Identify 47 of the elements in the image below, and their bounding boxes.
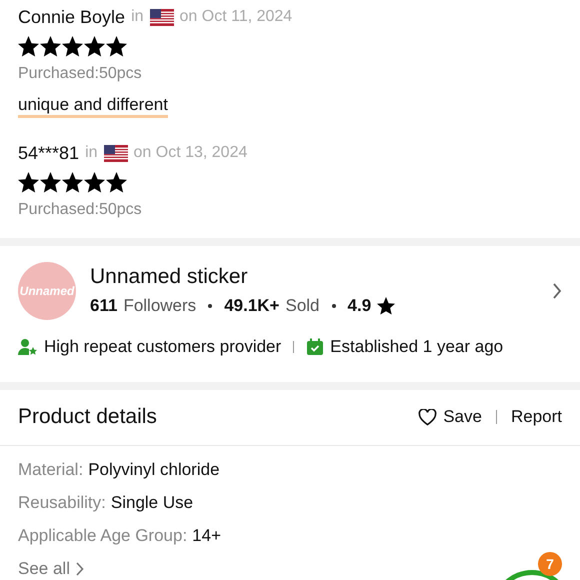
attribute-label: Applicable Age Group: <box>18 525 188 548</box>
star-icon <box>18 172 39 193</box>
chevron-right-icon <box>76 562 84 576</box>
store-rating: 4.9 <box>348 295 372 318</box>
in-label: in <box>131 7 144 27</box>
review-text: unique and different <box>18 95 168 118</box>
purchase-quantity: Purchased:50pcs <box>18 200 143 220</box>
store-name: Unnamed sticker <box>90 264 249 290</box>
attribute-label: Material: <box>18 459 84 482</box>
reviewer-name: Connie Boyle <box>18 6 126 29</box>
star-icon <box>84 172 105 193</box>
reviewer-name: 54***81 <box>18 142 80 164</box>
review-date: on Oct 11, 2024 <box>180 7 292 27</box>
heart-icon <box>418 408 438 426</box>
follower-count: 611 <box>90 295 118 318</box>
star-icon <box>106 172 127 193</box>
in-label: in <box>85 143 98 163</box>
attribute-value: 14+ <box>192 525 222 548</box>
followers-label: Followers <box>123 295 196 318</box>
star-icon <box>62 36 83 57</box>
count-badge: 7 <box>538 552 562 576</box>
calendar-check-icon <box>306 338 324 356</box>
attribute-value: Single Use <box>110 492 194 514</box>
attribute-value: Polyvinyl chloride <box>88 459 220 482</box>
us-flag-icon <box>104 144 128 162</box>
star-icon <box>84 36 105 57</box>
sold-label: Sold <box>285 295 320 318</box>
chevron-right-icon[interactable] <box>552 283 562 299</box>
sold-count: 49.1K+ <box>224 295 280 318</box>
review-date: on Oct 13, 2024 <box>134 143 248 163</box>
store-logo: Unnamed <box>18 262 76 320</box>
star-icon <box>377 297 396 315</box>
purchase-quantity: Purchased:50pcs <box>18 64 143 84</box>
save-button[interactable]: Save <box>418 404 482 430</box>
star-icon <box>106 36 127 57</box>
report-button[interactable]: Report <box>510 404 562 430</box>
star-icon <box>40 172 61 193</box>
see-all-link[interactable]: See all <box>18 552 84 580</box>
star-icon <box>18 36 39 57</box>
repeat-customers-label: High repeat customers provider <box>44 336 282 358</box>
attribute-label: Reusability: <box>18 492 106 514</box>
star-icon <box>40 36 61 57</box>
us-flag-icon <box>150 8 174 26</box>
star-icon <box>62 172 83 193</box>
established-label: Established 1 year ago <box>330 336 504 358</box>
section-title: Product details <box>18 404 157 430</box>
user-star-icon <box>18 338 38 356</box>
